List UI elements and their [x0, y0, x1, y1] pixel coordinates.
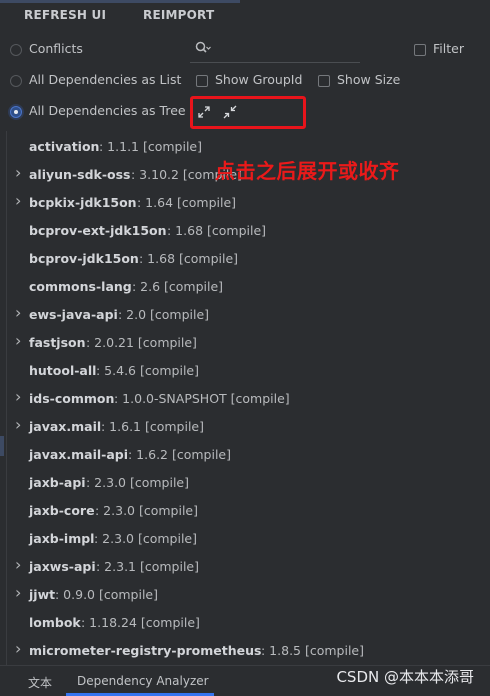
- dependency-name: ids-common: [29, 391, 115, 406]
- filter-checkbox[interactable]: [414, 44, 426, 56]
- dependency-version: : 1.0.0-SNAPSHOT [compile]: [114, 391, 290, 406]
- chevron-right-icon[interactable]: ›: [15, 163, 23, 182]
- annotation-highlight-box: [190, 96, 306, 129]
- show-groupid-label[interactable]: Show GroupId: [215, 72, 302, 87]
- tree-node[interactable]: jaxb-core : 2.3.0 [compile]: [7, 496, 490, 524]
- list-label[interactable]: All Dependencies as List: [29, 72, 181, 87]
- dependency-version: : 2.3.0 [compile]: [94, 531, 197, 546]
- tree-node[interactable]: › javax.mail : 1.6.1 [compile]: [7, 412, 490, 440]
- dependency-name: jjwt: [29, 587, 56, 602]
- chevron-right-icon[interactable]: ›: [15, 583, 23, 602]
- dependency-version: : 1.6.2 [compile]: [128, 447, 231, 462]
- tab-text[interactable]: 文本: [28, 674, 52, 691]
- dependency-name: micrometer-registry-prometheus: [29, 643, 262, 658]
- tree-node[interactable]: › ids-common : 1.0.0-SNAPSHOT [compile]: [7, 384, 490, 412]
- dependency-name: ews-java-api: [29, 307, 118, 322]
- chevron-right-icon[interactable]: ›: [15, 415, 23, 434]
- dependency-version: : 1.6.1 [compile]: [101, 419, 204, 434]
- dependency-version: : 1.68 [compile]: [139, 251, 239, 266]
- annotation-text: 点击之后展开或收齐: [215, 159, 400, 183]
- tab-indicator: [0, 0, 240, 3]
- conflicts-radio[interactable]: [10, 44, 22, 56]
- tree-label[interactable]: All Dependencies as Tree: [29, 103, 186, 118]
- show-groupid-checkbox[interactable]: [196, 75, 208, 87]
- dependency-version: : 2.0.21 [compile]: [86, 335, 197, 350]
- tree-node[interactable]: › bcpkix-jdk15on : 1.64 [compile]: [7, 188, 490, 216]
- dependency-name: javax.mail: [29, 419, 102, 434]
- dependency-version: : 2.3.0 [compile]: [86, 475, 189, 490]
- dependency-version: : 1.68 [compile]: [167, 223, 267, 238]
- chevron-right-icon[interactable]: ›: [15, 639, 23, 658]
- reimport-button[interactable]: REIMPORT: [143, 8, 214, 22]
- chevron-right-icon[interactable]: ›: [15, 331, 23, 350]
- filter-label[interactable]: Filter: [433, 41, 464, 56]
- list-radio[interactable]: [10, 75, 22, 87]
- dependency-name: aliyun-sdk-oss: [29, 167, 131, 182]
- dependency-name: commons-lang: [29, 279, 132, 294]
- dependency-name: jaxb-impl: [29, 531, 95, 546]
- dependency-version: : 1.1.1 [compile]: [99, 139, 202, 154]
- dependency-version: : 2.3.1 [compile]: [96, 559, 199, 574]
- toolbar: REFRESH UI REIMPORT: [0, 0, 490, 34]
- dependency-version: : 1.8.5 [compile]: [261, 643, 364, 658]
- chevron-right-icon[interactable]: ›: [15, 191, 23, 210]
- chevron-right-icon[interactable]: ›: [15, 555, 23, 574]
- dependency-version: : 2.3.0 [compile]: [95, 503, 198, 518]
- tree-node[interactable]: jaxb-api : 2.3.0 [compile]: [7, 468, 490, 496]
- left-edge-marker: [0, 436, 4, 456]
- dependency-name: jaxb-core: [29, 503, 95, 518]
- chevron-right-icon[interactable]: ›: [15, 387, 23, 406]
- tree-node[interactable]: › ews-java-api : 2.0 [compile]: [7, 300, 490, 328]
- tree-node[interactable]: › fastjson : 2.0.21 [compile]: [7, 328, 490, 356]
- dependency-name: jaxws-api: [29, 559, 96, 574]
- dependency-name: fastjson: [29, 335, 86, 350]
- dependency-version: : 1.18.24 [compile]: [81, 615, 200, 630]
- dependency-version: : 2.6 [compile]: [132, 279, 224, 294]
- tree-node[interactable]: lombok : 1.18.24 [compile]: [7, 608, 490, 636]
- dependency-tree: activation : 1.1.1 [compile] › aliyun-sdk-…: [6, 131, 490, 665]
- dependency-version: : 2.0 [compile]: [118, 307, 210, 322]
- dependency-name: bcpkix-jdk15on: [29, 195, 137, 210]
- search-input[interactable]: [190, 36, 360, 63]
- tree-node[interactable]: bcprov-ext-jdk15on : 1.68 [compile]: [7, 216, 490, 244]
- tree-node[interactable]: › micrometer-registry-prometheus : 1.8.5 …: [7, 636, 490, 664]
- dependency-version: : 1.64 [compile]: [137, 195, 237, 210]
- tree-node[interactable]: commons-lang : 2.6 [compile]: [7, 272, 490, 300]
- tree-node[interactable]: › jjwt : 0.9.0 [compile]: [7, 580, 490, 608]
- watermark: CSDN @本本本添哥: [336, 668, 474, 686]
- chevron-right-icon[interactable]: ›: [15, 303, 23, 322]
- dependency-name: bcprov-ext-jdk15on: [29, 223, 167, 238]
- tree-node[interactable]: jaxb-impl : 2.3.0 [compile]: [7, 524, 490, 552]
- dependency-name: bcprov-jdk15on: [29, 251, 139, 266]
- dependency-name: jaxb-api: [29, 475, 86, 490]
- dependency-version: : 0.9.0 [compile]: [55, 587, 158, 602]
- refresh-ui-button[interactable]: REFRESH UI: [24, 8, 106, 22]
- dependency-name: lombok: [29, 615, 81, 630]
- conflicts-label[interactable]: Conflicts: [29, 41, 83, 56]
- dependency-name: javax.mail-api: [29, 447, 128, 462]
- dependency-name: activation: [29, 139, 100, 154]
- show-size-label[interactable]: Show Size: [337, 72, 400, 87]
- dependency-version: : 5.4.6 [compile]: [96, 363, 199, 378]
- tree-node[interactable]: › jaxws-api : 2.3.1 [compile]: [7, 552, 490, 580]
- show-size-checkbox[interactable]: [318, 75, 330, 87]
- tree-node[interactable]: javax.mail-api : 1.6.2 [compile]: [7, 440, 490, 468]
- tab-dependency-analyzer[interactable]: Dependency Analyzer: [77, 674, 209, 688]
- dependency-name: hutool-all: [29, 363, 97, 378]
- list-row: All Dependencies as List Show GroupId Sh…: [0, 70, 490, 96]
- tree-node[interactable]: hutool-all : 5.4.6 [compile]: [7, 356, 490, 384]
- tree-node[interactable]: bcprov-jdk15on : 1.68 [compile]: [7, 244, 490, 272]
- search-icon: [195, 41, 211, 53]
- tree-radio[interactable]: [10, 106, 22, 118]
